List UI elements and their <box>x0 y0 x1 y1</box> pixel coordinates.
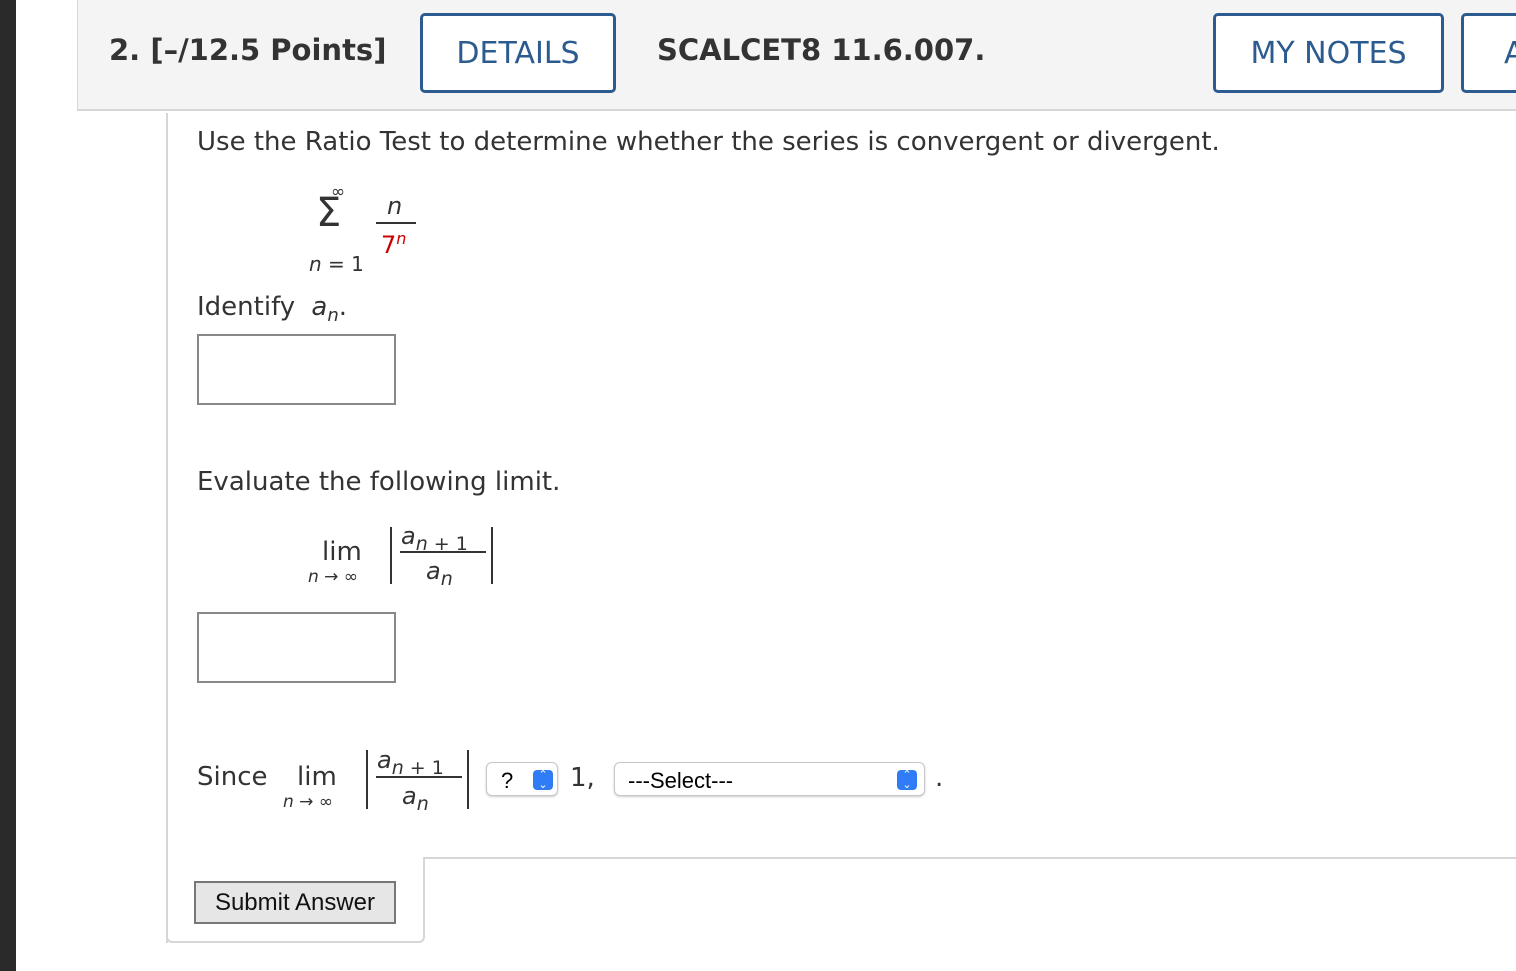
sigma-symbol: Σ <box>316 190 342 236</box>
series-numerator: n <box>387 192 403 220</box>
question-panel <box>166 113 1516 943</box>
series-fraction-line <box>376 222 416 224</box>
ask-teacher-button[interactable]: A <box>1461 13 1516 93</box>
chevron-updown-icon: ⌃ ⌄ <box>897 770 917 791</box>
lim-label: lim <box>322 537 362 567</box>
instruction-text: Use the Ratio Test to determine whether … <box>197 127 1220 157</box>
limit-numerator: an + 1 <box>401 522 468 555</box>
an-answer-input[interactable] <box>197 334 396 405</box>
denominator-exponent: n <box>396 229 407 248</box>
conclusion-select-value: ---Select--- <box>628 768 734 793</box>
abs-bar-right <box>491 527 493 584</box>
series-denominator: 7n <box>381 229 406 259</box>
comparison-select-value: ? <box>501 768 514 793</box>
comparison-select[interactable]: ? ⌃ ⌄ <box>486 762 558 796</box>
question-header: 2. [–/12.5 Points] DETAILS SCALCET8 11.6… <box>77 0 1516 111</box>
my-notes-button[interactable]: MY NOTES <box>1213 13 1444 93</box>
identify-label: Identify an. <box>197 292 348 327</box>
since-lim-label: lim <box>297 762 337 792</box>
limit-answer-input[interactable] <box>197 612 396 683</box>
limit-denominator: an <box>426 557 453 590</box>
end-period: . <box>935 763 944 793</box>
window-edge <box>0 0 16 971</box>
since-denominator: an <box>402 782 429 815</box>
since-abs-bar-left <box>366 750 368 809</box>
series-lower-limit: n = 1 <box>309 252 364 276</box>
details-button[interactable]: DETAILS <box>420 13 616 93</box>
question-title: 2. [–/12.5 Points] <box>109 33 386 67</box>
abs-bar-left <box>390 527 392 584</box>
problem-code: SCALCET8 11.6.007. <box>657 33 986 67</box>
since-numerator: an + 1 <box>377 746 444 779</box>
lim-under: n → ∞ <box>308 567 358 587</box>
chevron-updown-icon: ⌃ ⌄ <box>533 770 553 791</box>
submit-answer-button[interactable]: Submit Answer <box>194 881 396 924</box>
since-label: Since <box>197 762 268 792</box>
compare-value: 1, <box>570 763 595 793</box>
limit-fraction-line <box>400 551 486 553</box>
points-label: [–/12.5 Points] <box>150 33 387 67</box>
panel-divider <box>424 857 1516 859</box>
evaluate-label: Evaluate the following limit. <box>197 467 561 497</box>
denominator-base: 7 <box>381 231 397 259</box>
since-fraction-line <box>376 776 462 778</box>
since-abs-bar-right <box>467 750 469 809</box>
since-lim-under: n → ∞ <box>283 792 333 812</box>
question-number: 2. <box>109 33 141 67</box>
conclusion-select[interactable]: ---Select--- ⌃ ⌄ <box>614 762 925 796</box>
